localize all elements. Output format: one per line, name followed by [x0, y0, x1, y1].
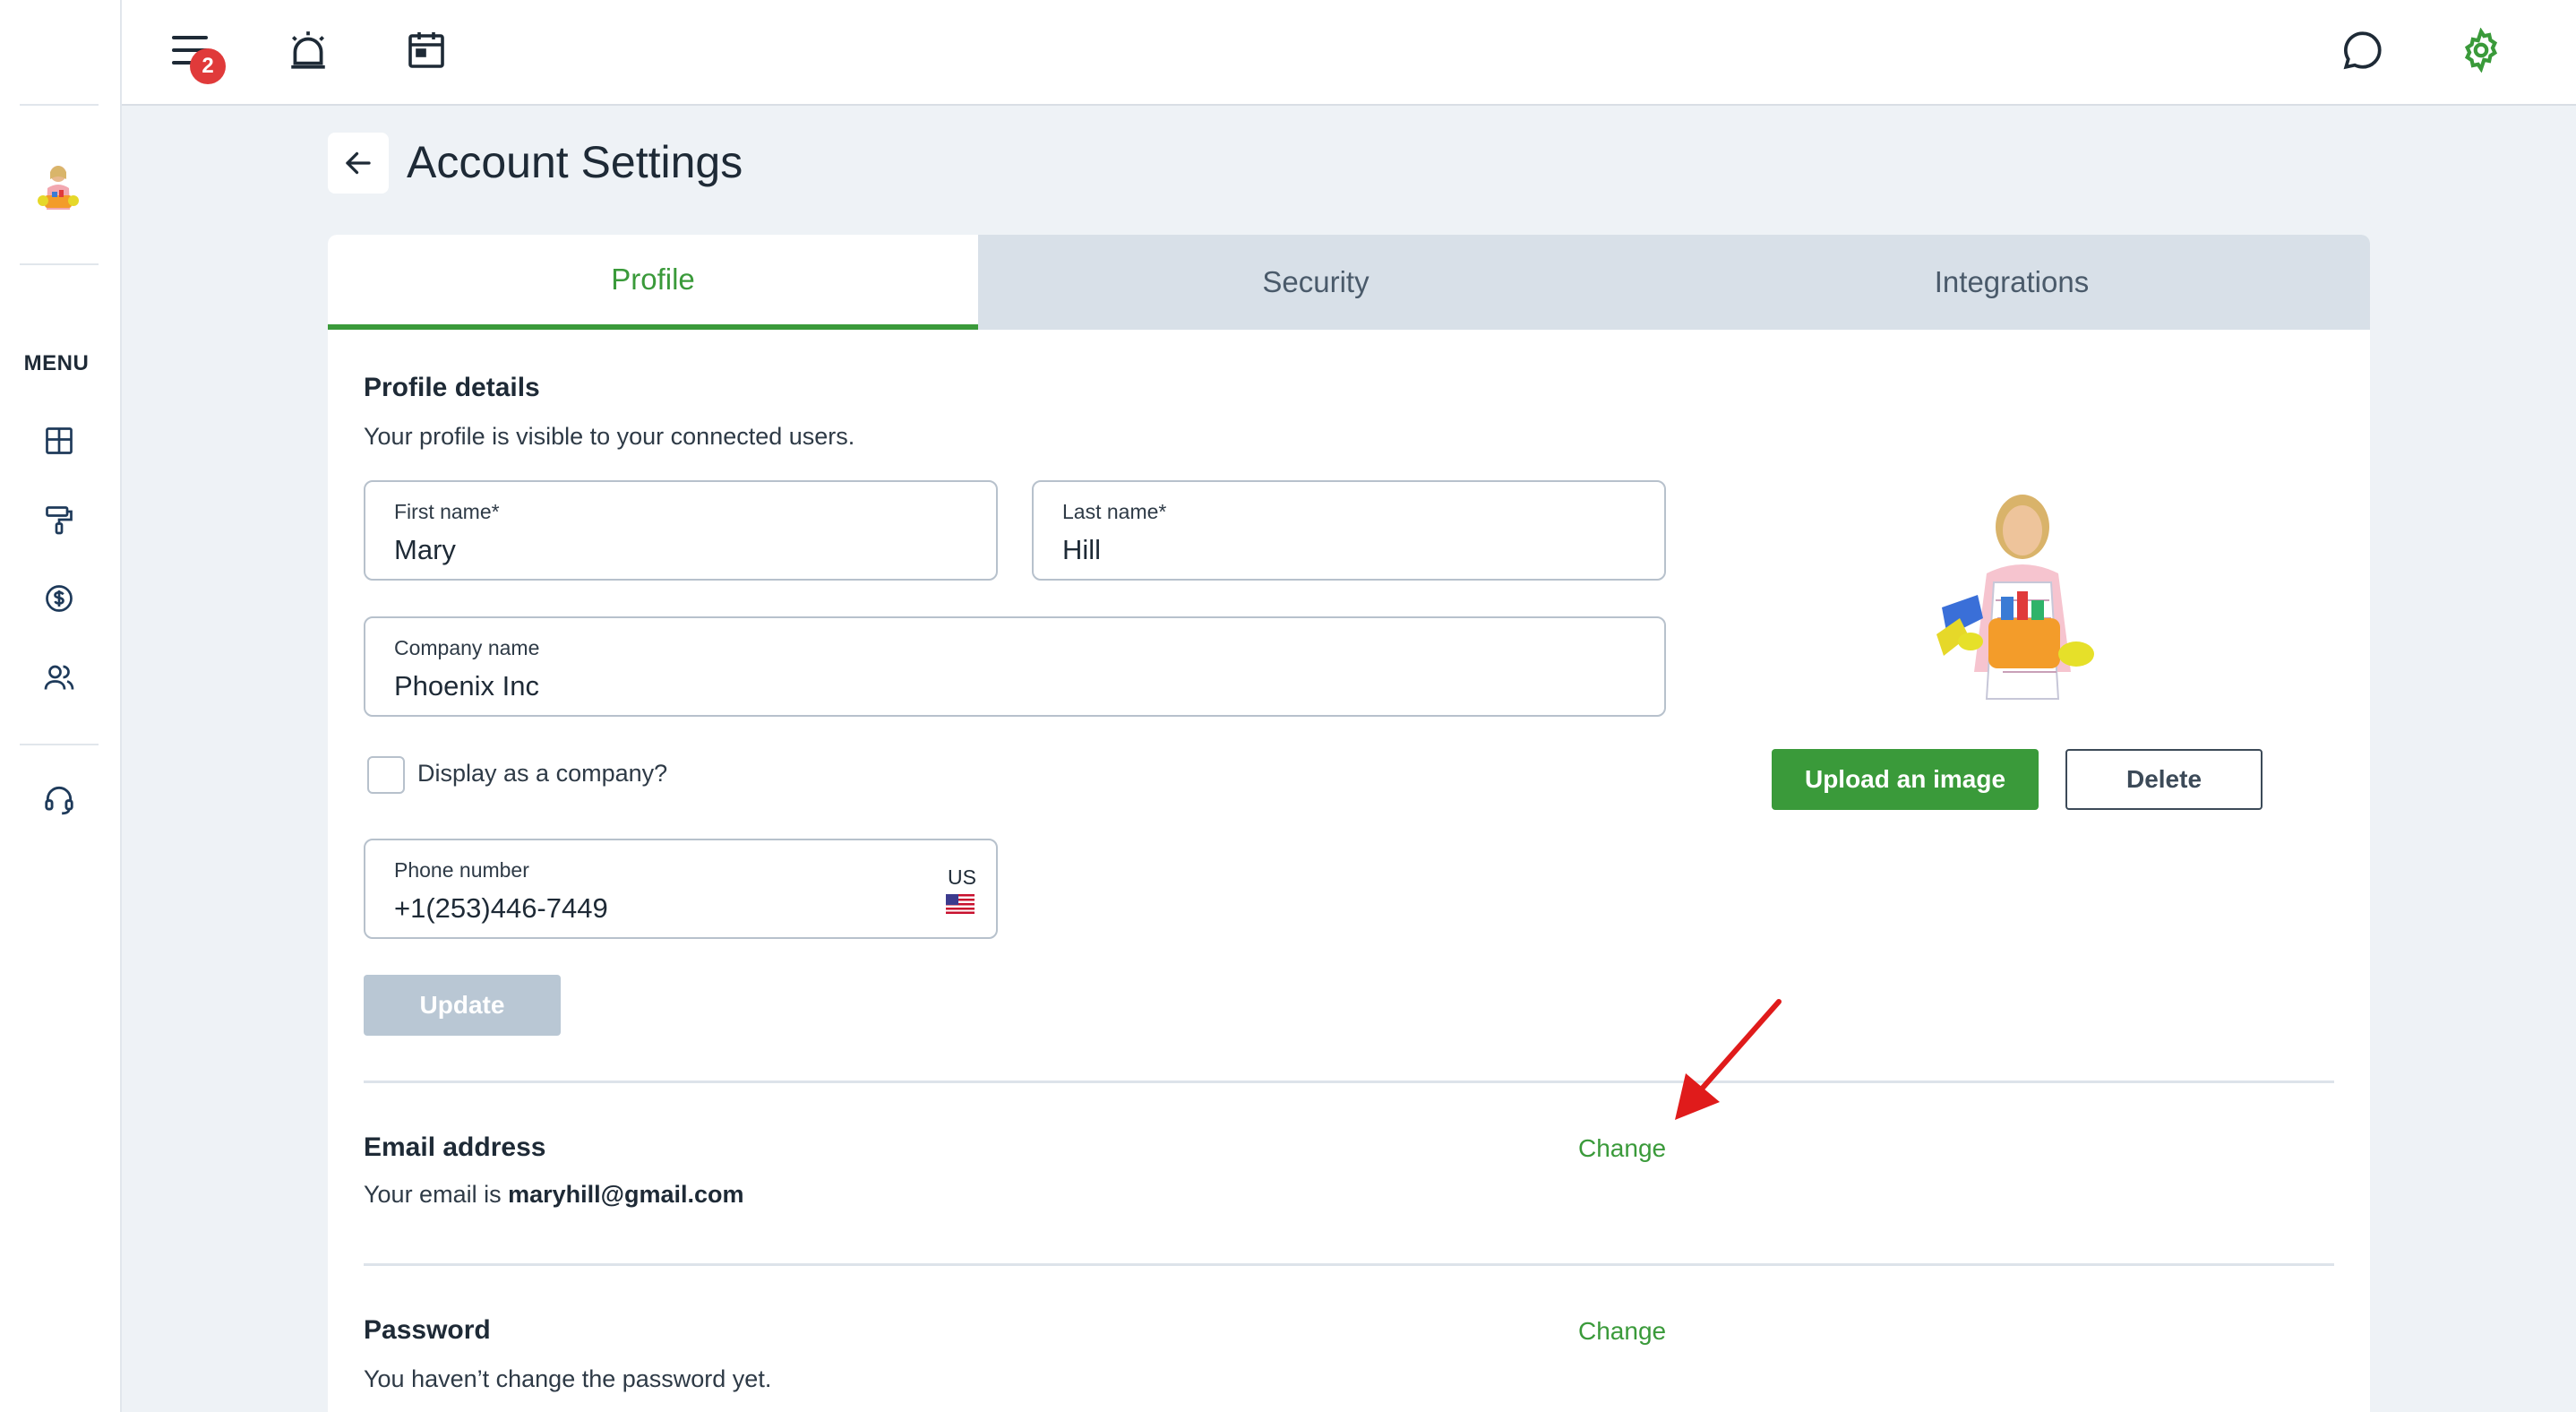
email-heading: Email address [364, 1132, 546, 1162]
first-name-label: First name* [394, 500, 500, 523]
dashboard-icon[interactable] [39, 421, 79, 461]
headset-icon[interactable] [39, 779, 79, 819]
company-name-field[interactable]: Company name Phoenix Inc [364, 616, 1666, 717]
first-name-field[interactable]: First name* Mary [364, 480, 998, 581]
email-address: maryhill@gmail.com [508, 1181, 744, 1208]
email-text: Your email is maryhill@gmail.com [364, 1181, 744, 1209]
display-as-company-checkbox[interactable] [367, 756, 405, 794]
gear-icon[interactable] [2456, 25, 2506, 75]
settings-card: Profile Security Integrations Profile de… [328, 235, 2370, 1412]
company-name-label: Company name [394, 636, 540, 659]
country-code[interactable]: US [948, 865, 976, 890]
page-title: Account Settings [407, 137, 743, 187]
delete-image-button[interactable]: Delete [2065, 749, 2263, 810]
section-divider [364, 1081, 2334, 1083]
sidebar-divider [20, 744, 99, 745]
tab-profile[interactable]: Profile [328, 235, 978, 330]
top-bar [122, 0, 2576, 106]
company-name-value[interactable]: Phoenix Inc [394, 670, 539, 702]
sidebar: MENU [0, 0, 122, 1412]
arrow-left-icon [346, 151, 371, 175]
last-name-field[interactable]: Last name* Hill [1032, 480, 1666, 581]
profile-details-subtitle: Your profile is visible to your connecte… [364, 423, 855, 450]
tab-security[interactable]: Security [978, 235, 1653, 330]
dollar-circle-icon[interactable] [39, 579, 79, 618]
sidebar-divider [20, 263, 99, 265]
avatar[interactable] [34, 159, 82, 222]
us-flag-icon[interactable] [946, 894, 975, 914]
password-status-text: You haven’t change the password yet. [364, 1365, 772, 1392]
sidebar-divider [20, 104, 99, 106]
users-icon[interactable] [39, 658, 79, 697]
notification-badge: 2 [190, 48, 226, 84]
change-email-link[interactable]: Change [1578, 1134, 1666, 1163]
profile-details-heading: Profile details [364, 373, 540, 402]
chat-bubble-icon[interactable] [2338, 25, 2388, 75]
paint-roller-icon[interactable] [39, 500, 79, 539]
annotation-arrow [1675, 999, 1782, 1120]
tab-integrations[interactable]: Integrations [1653, 235, 2370, 330]
menu-heading: MENU [23, 351, 90, 375]
calendar-icon[interactable] [401, 25, 451, 75]
phone-number-field[interactable]: Phone number +1(253)446-7449 US [364, 839, 998, 939]
tab-bar: Profile Security Integrations [328, 235, 2370, 330]
password-heading: Password [364, 1315, 491, 1345]
email-prefix: Your email is [364, 1181, 509, 1208]
last-name-value[interactable]: Hill [1062, 534, 1101, 566]
phone-number-label: Phone number [394, 858, 529, 882]
alarm-icon[interactable] [283, 25, 333, 75]
section-divider [364, 1263, 2334, 1266]
phone-number-value[interactable]: +1(253)446-7449 [394, 892, 608, 925]
change-password-link[interactable]: Change [1578, 1317, 1666, 1346]
back-button[interactable] [328, 133, 389, 194]
upload-image-button[interactable]: Upload an image [1772, 749, 2039, 810]
update-button[interactable]: Update [364, 975, 561, 1036]
first-name-value[interactable]: Mary [394, 534, 456, 566]
display-as-company-label: Display as a company? [417, 760, 668, 787]
profile-photo [1936, 495, 2094, 700]
last-name-label: Last name* [1062, 500, 1167, 523]
